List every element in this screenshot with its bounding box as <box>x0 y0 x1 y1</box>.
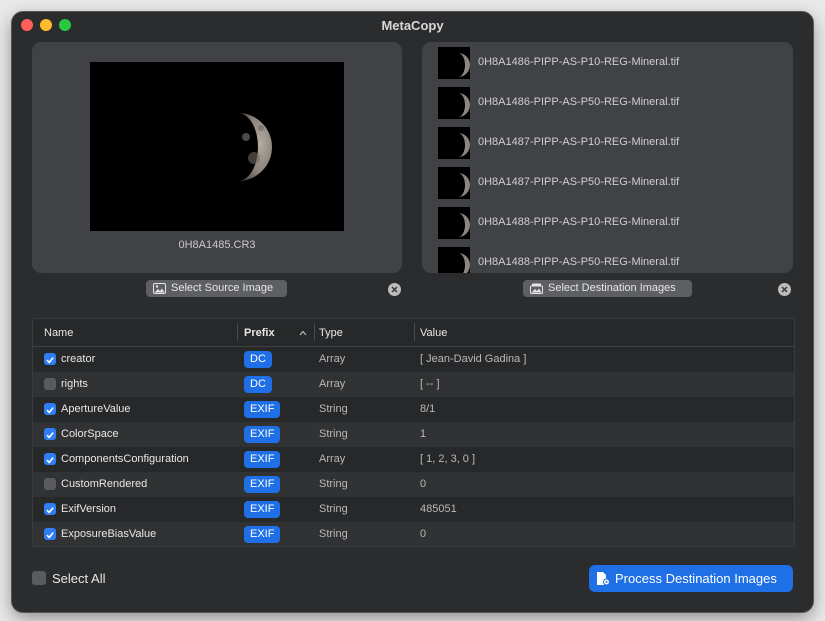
prefix-badge: DC <box>244 351 272 368</box>
cell-value: 485051 <box>420 503 457 515</box>
cell-type: String <box>319 528 348 540</box>
prefix-badge: EXIF <box>244 526 281 543</box>
select-destination-images-button[interactable]: Select Destination Images <box>523 280 692 297</box>
window-title: MetaCopy <box>381 18 444 33</box>
cell-value: [ Jean-David Gadina ] <box>420 353 527 365</box>
cell-name: ExposureBiasValue <box>61 528 157 540</box>
cell-value: [ 1, 2, 3, 0 ] <box>420 453 476 465</box>
cell-name: ApertureValue <box>61 403 131 415</box>
photo-stack-icon <box>530 283 543 294</box>
row-checkbox[interactable] <box>44 503 56 515</box>
cell-name: creator <box>61 353 96 365</box>
clear-destination-button[interactable] <box>778 283 791 296</box>
document-gear-icon <box>597 572 610 586</box>
destination-thumbnail <box>438 247 470 273</box>
cell-name: ColorSpace <box>61 428 119 440</box>
cell-name: ExifVersion <box>61 503 117 515</box>
row-checkbox[interactable] <box>44 528 56 540</box>
select-all-label: Select All <box>52 571 106 586</box>
table-row[interactable]: creator DC Array [ Jean-David Gadina ] <box>33 347 794 372</box>
destination-filename: 0H8A1487-PIPP-AS-P10-REG-Mineral.tif <box>478 136 680 148</box>
select-source-image-label: Select Source Image <box>171 282 274 294</box>
destination-thumbnail <box>438 207 470 239</box>
cell-name: ComponentsConfiguration <box>61 453 189 465</box>
cell-type: String <box>319 428 348 440</box>
cell-type: String <box>319 403 348 415</box>
checkmark-icon <box>46 407 54 414</box>
destination-images-list[interactable]: 0H8A1486-PIPP-AS-P10-REG-Mineral.tif 0H8A… <box>422 42 793 273</box>
cell-type: Array <box>319 378 346 390</box>
checkmark-icon <box>46 357 54 364</box>
destination-filename: 0H8A1487-PIPP-AS-P50-REG-Mineral.tif <box>478 176 680 188</box>
destination-filename: 0H8A1488-PIPP-AS-P50-REG-Mineral.tif <box>478 256 680 268</box>
source-image-panel[interactable]: 0H8A1485.CR3 <box>32 42 402 273</box>
chevron-up-icon <box>299 330 307 336</box>
destination-thumbnail <box>438 127 470 159</box>
process-destination-images-button[interactable]: Process Destination Images <box>589 565 793 592</box>
select-all-box[interactable] <box>32 571 46 585</box>
row-checkbox[interactable] <box>44 403 56 415</box>
cell-type: String <box>319 503 348 515</box>
destination-filename: 0H8A1486-PIPP-AS-P10-REG-Mineral.tif <box>478 56 680 68</box>
source-filename: 0H8A1485.CR3 <box>178 239 256 251</box>
table-header: Name Prefix Type Value <box>33 319 794 347</box>
table-row[interactable]: ExposureBiasValue EXIF String 0 <box>33 522 794 546</box>
prefix-badge: EXIF <box>244 501 281 518</box>
clear-source-button[interactable] <box>388 283 401 296</box>
destination-filename: 0H8A1486-PIPP-AS-P50-REG-Mineral.tif <box>478 96 680 108</box>
cell-value: 0 <box>420 528 427 540</box>
destination-thumbnail <box>438 87 470 119</box>
close-circle-icon <box>391 286 398 293</box>
checkmark-icon <box>46 432 54 439</box>
prefix-badge: EXIF <box>244 451 281 468</box>
checkmark-icon <box>46 457 54 464</box>
prefix-badge: EXIF <box>244 401 281 418</box>
cell-type: Array <box>319 453 346 465</box>
source-image-preview <box>90 62 344 231</box>
checkmark-icon <box>46 507 54 514</box>
column-header-value[interactable]: Value <box>420 327 447 339</box>
prefix-badge: EXIF <box>244 476 281 493</box>
destination-thumbnail <box>438 167 470 199</box>
title-bar: MetaCopy <box>12 12 813 40</box>
row-checkbox[interactable] <box>44 428 56 440</box>
prefix-badge: EXIF <box>244 426 281 443</box>
prefix-badge: DC <box>244 376 272 393</box>
close-circle-icon <box>781 286 788 293</box>
select-destination-images-label: Select Destination Images <box>548 282 676 294</box>
cell-type: String <box>319 478 348 490</box>
select-source-image-button[interactable]: Select Source Image <box>146 280 287 297</box>
app-window: MetaCopy 0H8A1485.CR3 Select Source Imag… <box>12 12 813 612</box>
column-header-prefix[interactable]: Prefix <box>244 327 275 339</box>
column-header-name[interactable]: Name <box>44 327 73 339</box>
destination-thumbnail <box>438 47 470 79</box>
cell-type: Array <box>319 353 346 365</box>
row-checkbox[interactable] <box>44 478 56 490</box>
destination-filename: 0H8A1488-PIPP-AS-P10-REG-Mineral.tif <box>478 216 680 228</box>
checkmark-icon <box>46 532 54 539</box>
metadata-table[interactable]: Name Prefix Type Value creator DC Array [ J… <box>32 318 795 547</box>
process-destination-images-label: Process Destination Images <box>615 571 777 586</box>
table-row[interactable]: CustomRendered EXIF String 0 <box>33 472 794 497</box>
table-row[interactable]: ComponentsConfiguration EXIF Array [ 1, 2, … <box>33 447 794 472</box>
cell-value: 8/1 <box>420 403 436 415</box>
table-row[interactable]: ExifVersion EXIF String 485051 <box>33 497 794 522</box>
photo-icon <box>153 283 166 294</box>
cell-value: [ -- ] <box>420 378 440 390</box>
cell-name: rights <box>61 378 88 390</box>
table-row[interactable]: ColorSpace EXIF String 1 <box>33 422 794 447</box>
row-checkbox[interactable] <box>44 453 56 465</box>
table-row[interactable]: rights DC Array [ -- ] <box>33 372 794 397</box>
cell-value: 1 <box>420 428 427 440</box>
table-row[interactable]: ApertureValue EXIF String 8/1 <box>33 397 794 422</box>
cell-name: CustomRendered <box>61 478 148 490</box>
row-checkbox[interactable] <box>44 353 56 365</box>
row-checkbox[interactable] <box>44 378 56 390</box>
cell-value: 0 <box>420 478 427 490</box>
column-header-type[interactable]: Type <box>319 327 343 339</box>
